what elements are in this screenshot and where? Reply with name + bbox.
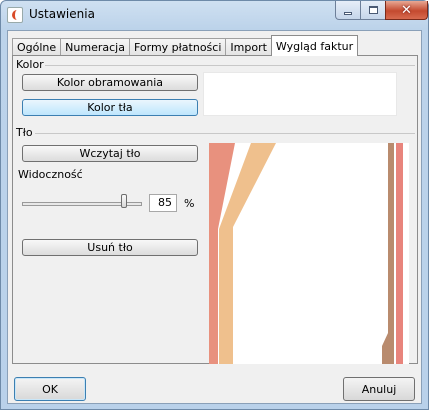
kolor-separator	[45, 65, 415, 66]
tab-numeracja[interactable]: Numeracja	[60, 38, 130, 56]
close-icon: ✕	[401, 2, 412, 18]
tlo-section-label: Tło	[16, 126, 33, 139]
background-color-button[interactable]: Kolor tła	[22, 99, 198, 116]
tab-formy-platnosci[interactable]: Formy płatności	[128, 38, 227, 56]
kolor-section-label: Kolor	[16, 58, 44, 71]
tab-wyglad-faktur[interactable]: Wygląd faktur	[270, 35, 359, 56]
app-icon	[7, 7, 23, 23]
tab-ogolne[interactable]: Ogólne	[12, 38, 62, 56]
preview-stripe-right-outer	[396, 143, 403, 364]
border-color-button[interactable]: Kolor obramowania	[22, 74, 198, 91]
color-preview-swatch	[203, 72, 397, 116]
window-title: Ustawienia	[29, 7, 95, 21]
cancel-button[interactable]: Anuluj	[343, 377, 415, 401]
visibility-percent-label: %	[184, 197, 195, 210]
background-preview-image	[209, 143, 409, 364]
remove-background-button[interactable]: Usuń tło	[22, 239, 198, 256]
visibility-label: Widoczność	[18, 168, 83, 181]
tab-bar: Ogólne Numeracja Formy płatności Import …	[12, 35, 359, 56]
close-button[interactable]: ✕	[385, 1, 428, 20]
title-bar[interactable]: Ustawienia ✕	[1, 1, 428, 29]
load-background-button[interactable]: Wczytaj tło	[22, 145, 198, 162]
visibility-input[interactable]: 85	[149, 194, 177, 212]
maximize-button[interactable]	[360, 1, 386, 20]
dialog-body: Ogólne Numeracja Formy płatności Import …	[7, 30, 422, 404]
tab-import[interactable]: Import	[225, 38, 272, 56]
background-preview	[209, 143, 409, 364]
ok-button[interactable]: OK	[14, 377, 86, 401]
tlo-separator	[35, 133, 415, 134]
minimize-button[interactable]	[335, 1, 361, 20]
settings-window: Ustawienia ✕ Ogólne Numeracja Formy płat…	[0, 0, 429, 410]
wyglad-faktur-panel: Kolor Kolor obramowania Kolor tła Tło Wc…	[12, 55, 418, 364]
maximize-icon	[368, 6, 378, 14]
visibility-slider-thumb[interactable]	[121, 194, 127, 208]
minimize-icon	[344, 11, 352, 15]
visibility-control: Widoczność 85 %	[18, 168, 198, 214]
